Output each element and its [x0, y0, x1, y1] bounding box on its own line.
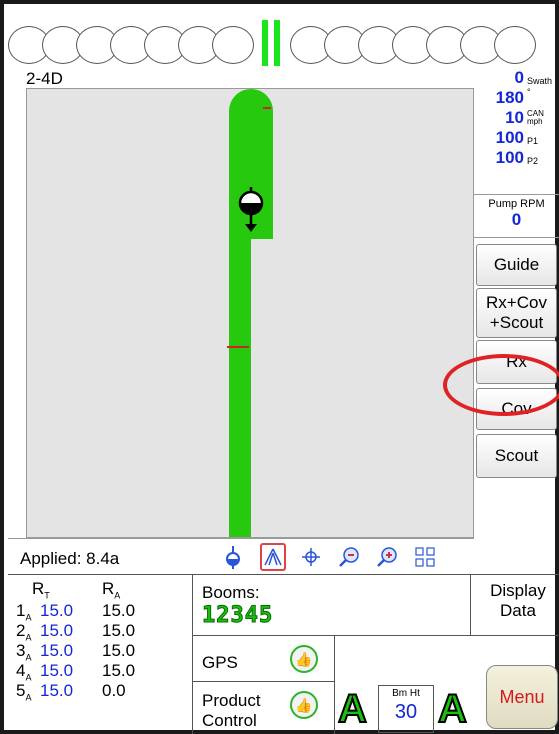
swath-value: 0 — [514, 68, 524, 87]
rate-row: 4A 15.0 15.0 — [16, 661, 136, 683]
scout-button[interactable]: Scout — [476, 434, 557, 478]
actual-rate-header: RA — [102, 579, 121, 601]
coverage-swath — [229, 219, 251, 537]
p2-unit: P2 — [527, 156, 539, 166]
booms-label: Booms: — [202, 583, 260, 602]
center-marker-left — [262, 20, 268, 66]
readout-panel: 0 Swath 180 ° 10 CAN mph 100 P1 100 P2 — [474, 66, 559, 166]
boom-section-indicators — [8, 12, 559, 66]
pump-rpm-readout: Pump RPM 0 — [474, 194, 559, 238]
speed-unit-mph: mph — [527, 117, 543, 126]
rate-row: 5A 15.0 0.0 — [16, 681, 126, 703]
product-control-auto-button[interactable]: A — [337, 688, 368, 730]
fit-extent-icon[interactable] — [412, 543, 438, 571]
p2-value: 100 — [495, 148, 524, 167]
boom-height-box: Bm Ht 30 — [378, 685, 434, 733]
boom-height-value: 30 — [394, 701, 418, 723]
coverage-map[interactable] — [26, 88, 474, 538]
heading-readout: 180 ° — [474, 86, 559, 107]
gps-label: GPS — [202, 653, 238, 672]
gps-thumbs-up-icon[interactable]: 👍 — [290, 645, 318, 673]
swath-readout: 0 Swath — [474, 66, 559, 86]
map-toolbar: Applied: 8.4a — [8, 538, 474, 574]
section-ring — [494, 26, 536, 64]
spray-controller-screen: 2-4D 0 Swath 180 ° 10 CAN mph 100 P1 100… — [0, 0, 559, 734]
p1-readout: 100 P1 — [474, 126, 559, 146]
section-ring — [212, 26, 254, 64]
speed-unit: CAN mph — [527, 110, 553, 126]
guidance-view-icon[interactable] — [260, 543, 286, 571]
boom-height-auto-button[interactable]: A — [437, 688, 468, 730]
bottom-panel: RT RA 1A 15.0 15.0 2A 15.0 15.0 3A 15.0 15.0 4… — [8, 574, 559, 734]
swath-mark — [263, 107, 271, 109]
zoom-out-icon[interactable] — [336, 543, 362, 571]
display-data-button[interactable]: Display Data — [478, 581, 558, 621]
guide-button[interactable]: Guide — [476, 244, 557, 286]
rate-row: 1A 15.0 15.0 — [16, 601, 136, 623]
zoom-in-icon[interactable] — [374, 543, 400, 571]
vehicle-locate-icon[interactable] — [220, 543, 246, 571]
swath-mark — [227, 346, 249, 348]
p1-value: 100 — [495, 128, 524, 147]
speed-value: 10 — [505, 108, 524, 127]
rx-button[interactable]: Rx — [476, 340, 557, 384]
heading-unit: ° — [527, 87, 531, 97]
product-control-thumbs-up-icon[interactable]: 👍 — [290, 691, 318, 719]
swath-unit: Swath — [527, 76, 553, 86]
center-marker-right — [274, 20, 280, 66]
applied-area: Applied: 8.4a — [20, 549, 120, 568]
rate-row: 3A 15.0 15.0 — [16, 641, 136, 663]
p2-readout: 100 P2 — [474, 146, 559, 166]
target-rate-header: RT — [32, 579, 50, 601]
vehicle-icon — [238, 187, 264, 232]
pump-rpm-label: Pump RPM — [488, 198, 545, 210]
rx-cov-scout-button[interactable]: Rx+Cov +Scout — [476, 288, 557, 338]
heading-value: 180 — [495, 88, 524, 107]
cov-button[interactable]: Cov — [476, 388, 557, 430]
speed-readout: 10 CAN mph — [474, 106, 559, 126]
pan-crosshair-icon[interactable] — [298, 543, 324, 571]
menu-button[interactable]: Menu — [486, 665, 558, 729]
booms-active-sections[interactable]: 12345 — [201, 603, 273, 629]
product-control-label: Product Control — [202, 691, 261, 730]
boom-height-label: Bm Ht — [392, 688, 420, 699]
pump-rpm-value: 0 — [511, 210, 522, 229]
p1-unit: P1 — [527, 136, 539, 146]
product-name: 2-4D — [26, 69, 63, 88]
rate-row: 2A 15.0 15.0 — [16, 621, 136, 643]
